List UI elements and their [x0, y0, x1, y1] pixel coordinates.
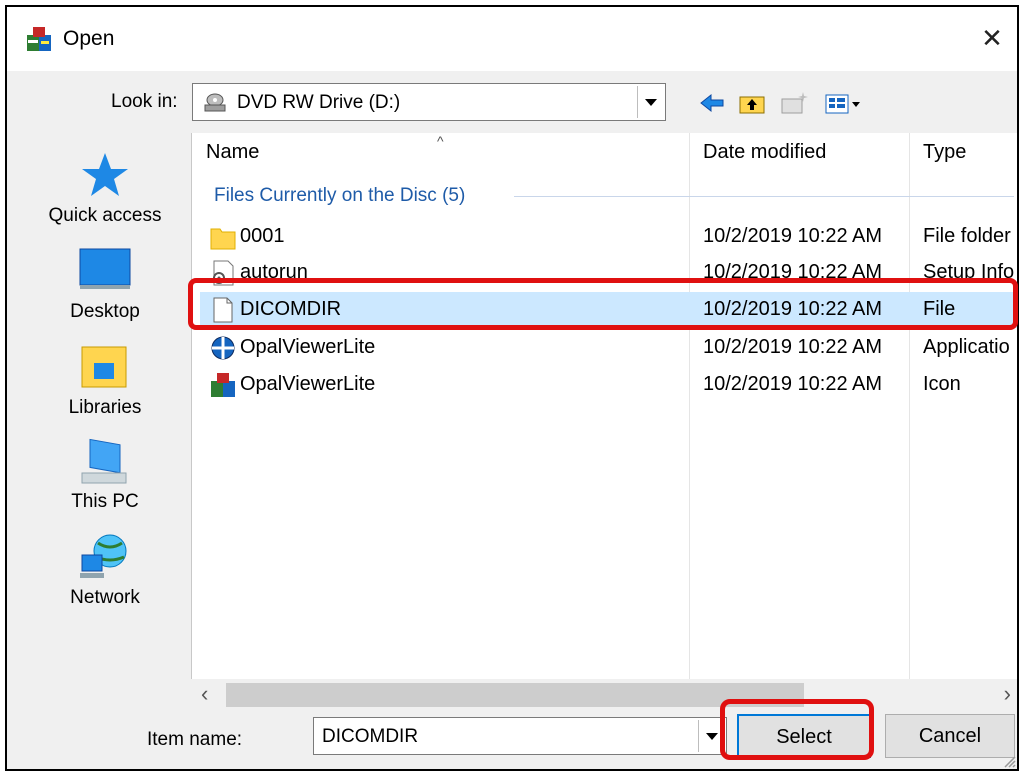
folder-icon: [210, 228, 236, 250]
scroll-left-icon[interactable]: ‹: [201, 681, 208, 707]
file-list[interactable]: ^ Name Date modified Type Files Currentl…: [191, 133, 1017, 679]
item-name-input[interactable]: DICOMDIR: [313, 717, 727, 755]
place-this-pc[interactable]: This PC: [19, 435, 191, 513]
column-header-date[interactable]: Date modified: [703, 141, 826, 164]
star-icon: [82, 153, 128, 196]
file-row-0001[interactable]: 0001 10/2/2019 10:22 AM File folder: [200, 219, 1017, 255]
app-logo-icon: [211, 373, 235, 397]
place-label: This PC: [71, 491, 139, 512]
place-desktop[interactable]: Desktop: [19, 245, 191, 323]
place-libraries[interactable]: Libraries: [19, 341, 191, 419]
scroll-right-icon[interactable]: ›: [1004, 681, 1011, 707]
look-in-label: Look in:: [111, 91, 178, 112]
file-date: 10/2/2019 10:22 AM: [703, 336, 883, 358]
highlight-select-button: [720, 699, 874, 760]
resize-grip-icon[interactable]: [1001, 753, 1017, 769]
places-bar: Quick access Desktop Libraries This PC N…: [19, 133, 191, 679]
item-name-label: Item name:: [147, 729, 243, 750]
file-row-opalviewerlite-icon[interactable]: OpalViewerLite 10/2/2019 10:22 AM Icon: [200, 367, 1017, 403]
file-type: Applicatio: [923, 336, 1010, 358]
place-label: Libraries: [68, 397, 142, 418]
column-divider[interactable]: [909, 133, 910, 679]
open-dialog: Open ✕ Look in: DVD RW Drive (D:) Quick …: [5, 5, 1019, 771]
application-icon: [211, 336, 235, 360]
file-date: 10/2/2019 10:22 AM: [703, 373, 883, 395]
file-name: OpalViewerLite: [240, 373, 376, 395]
place-label: Desktop: [70, 301, 140, 322]
scrollbar-thumb[interactable]: [226, 683, 804, 707]
place-label: Quick access: [48, 205, 162, 226]
new-folder-icon[interactable]: [779, 89, 809, 117]
app-logo-icon: [27, 27, 51, 51]
view-menu-icon[interactable]: [823, 89, 863, 117]
desktop-icon: [79, 248, 131, 289]
window-title: Open: [63, 27, 115, 50]
libraries-icon: [81, 346, 127, 388]
sort-ascending-icon: ^: [437, 133, 444, 149]
look-in-value: DVD RW Drive (D:): [237, 92, 401, 113]
column-header-type[interactable]: Type: [923, 141, 966, 164]
up-folder-icon[interactable]: [737, 89, 767, 117]
place-network[interactable]: Network: [19, 531, 191, 609]
cancel-button[interactable]: Cancel: [885, 714, 1015, 758]
place-label: Network: [70, 587, 140, 608]
highlight-dicomdir-row: [188, 278, 1018, 330]
place-quick-access[interactable]: Quick access: [19, 149, 191, 227]
back-arrow-icon[interactable]: [697, 89, 727, 117]
file-type: Icon: [923, 373, 961, 395]
file-date: 10/2/2019 10:22 AM: [703, 225, 883, 247]
title-bar: Open ✕: [7, 7, 1017, 71]
network-icon: [80, 534, 127, 578]
close-button[interactable]: ✕: [977, 23, 1007, 53]
item-name-value: DICOMDIR: [322, 726, 419, 747]
dvd-drive-icon: [204, 93, 226, 112]
group-header[interactable]: Files Currently on the Disc (5): [214, 185, 465, 207]
file-name: 0001: [240, 225, 285, 247]
horizontal-scrollbar[interactable]: ‹ ›: [191, 679, 1017, 711]
group-divider: [514, 196, 1014, 197]
column-header-name[interactable]: Name: [206, 141, 259, 164]
file-row-opalviewerlite-app[interactable]: OpalViewerLite 10/2/2019 10:22 AM Applic…: [200, 330, 1017, 366]
file-type: File folder: [923, 225, 1011, 247]
look-in-dropdown[interactable]: DVD RW Drive (D:): [192, 83, 666, 121]
column-divider[interactable]: [689, 133, 690, 679]
computer-icon: [81, 438, 127, 484]
file-name: OpalViewerLite: [240, 336, 376, 358]
look-in-dropdown-arrow[interactable]: [637, 86, 663, 118]
